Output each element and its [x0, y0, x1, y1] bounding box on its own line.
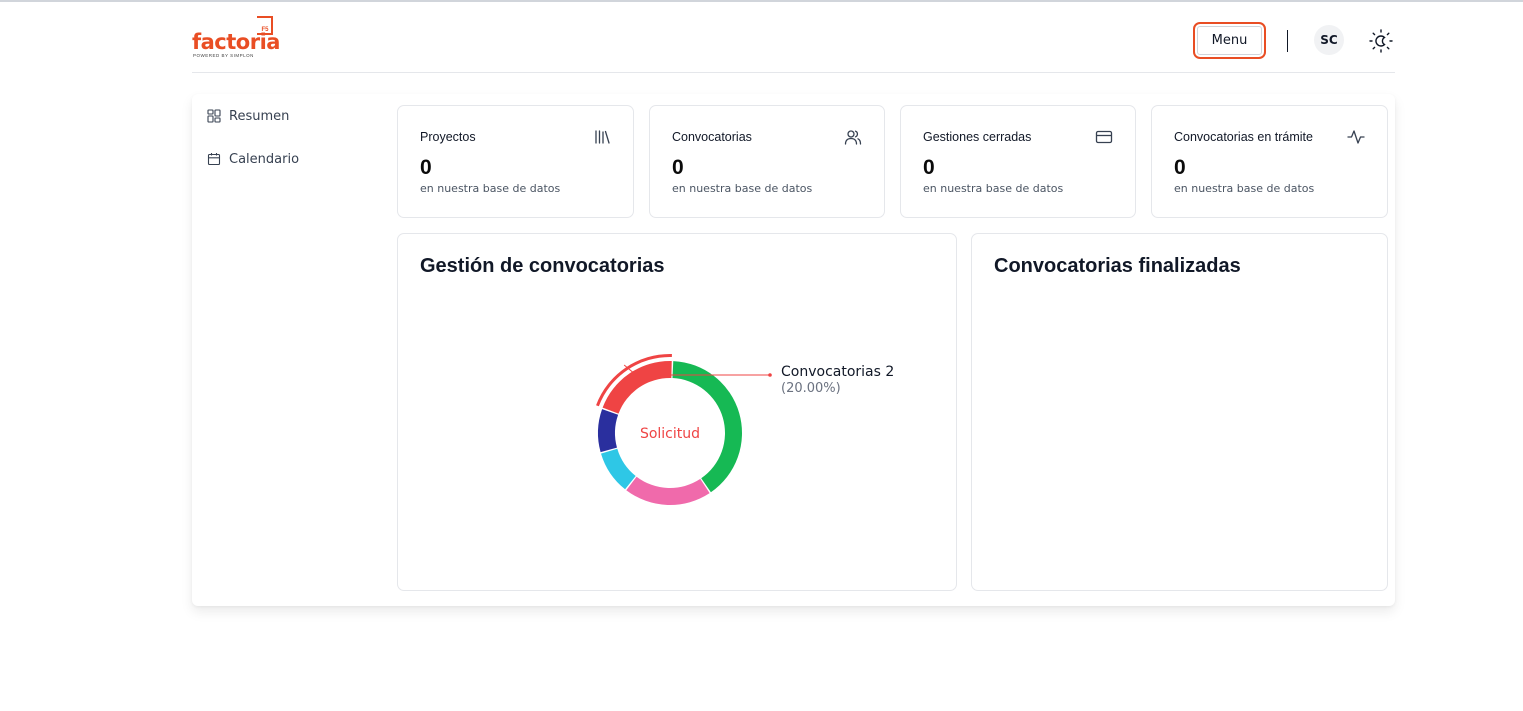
calendar-icon — [207, 153, 221, 166]
stat-card-convocatorias: Convocatorias 0 en nuestra base de datos — [649, 105, 885, 218]
donut-chart[interactable]: Convocatorias 2(20.00%) Solicitud — [398, 234, 956, 590]
sidebar-item-calendario[interactable]: Calendario — [207, 149, 299, 169]
menu-button[interactable]: Menu — [1193, 22, 1266, 59]
donut-slice-4[interactable] — [626, 476, 710, 505]
sidebar-item-label: Resumen — [229, 108, 290, 124]
dashboard-panel: Resumen Calendario Proyectos 0 en nuestr… — [192, 94, 1395, 606]
donut-highlight-label: Convocatorias 2 — [781, 364, 894, 380]
chart-card-finalizadas: Convocatorias finalizadas — [971, 233, 1388, 591]
credit-card-icon — [1095, 130, 1113, 144]
logo-tagline: POWERED BY SIMPLON — [193, 53, 254, 58]
stat-value: 0 — [923, 156, 935, 179]
stat-title: Convocatorias en trámite — [1174, 130, 1313, 144]
stat-value: 0 — [1174, 156, 1186, 179]
user-avatar[interactable]: SC — [1314, 25, 1344, 55]
stat-card-convocatorias-en-tramite: Convocatorias en trámite 0 en nuestra ba… — [1151, 105, 1388, 218]
donut-leader-dot — [768, 373, 772, 377]
stat-title: Convocatorias — [672, 130, 752, 144]
app-header: factoria F5 POWERED BY SIMPLON Menu SC — [192, 2, 1395, 73]
chart-title: Convocatorias finalizadas — [994, 255, 1241, 277]
stat-subtitle: en nuestra base de datos — [672, 182, 813, 195]
library-icon — [595, 130, 610, 144]
stat-subtitle: en nuestra base de datos — [1174, 182, 1315, 195]
stat-value: 0 — [672, 156, 684, 179]
logo-f5-mark-icon: F5 — [257, 16, 273, 35]
donut-slice-1[interactable] — [598, 409, 619, 453]
donut-center-label: Solicitud — [640, 426, 700, 442]
sidebar-item-label: Calendario — [229, 151, 300, 167]
header-divider — [1287, 30, 1288, 52]
donut-slice-2[interactable] — [602, 361, 672, 414]
donut-highlight-percent: (20.00%) — [781, 381, 841, 396]
stat-card-gestiones-cerradas: Gestiones cerradas 0 en nuestra base de … — [900, 105, 1136, 218]
theme-toggle-icon[interactable] — [1368, 28, 1394, 54]
stat-card-proyectos: Proyectos 0 en nuestra base de datos — [397, 105, 634, 218]
stat-subtitle: en nuestra base de datos — [923, 182, 1064, 195]
donut-slice-5[interactable] — [601, 448, 636, 490]
stat-subtitle: en nuestra base de datos — [420, 182, 561, 195]
stat-value: 0 — [420, 156, 432, 179]
factoria-logo[interactable]: factoria F5 POWERED BY SIMPLON — [192, 15, 280, 59]
users-icon — [844, 130, 862, 145]
sidebar-item-resumen[interactable]: Resumen — [207, 106, 289, 126]
activity-icon — [1347, 130, 1365, 144]
svg-text:F5: F5 — [262, 27, 270, 33]
grid-icon — [207, 109, 221, 123]
stat-title: Proyectos — [420, 130, 476, 144]
stat-title: Gestiones cerradas — [923, 130, 1032, 144]
chart-card-gestion: Gestión de convocatorias Convocatorias 2… — [397, 233, 957, 591]
